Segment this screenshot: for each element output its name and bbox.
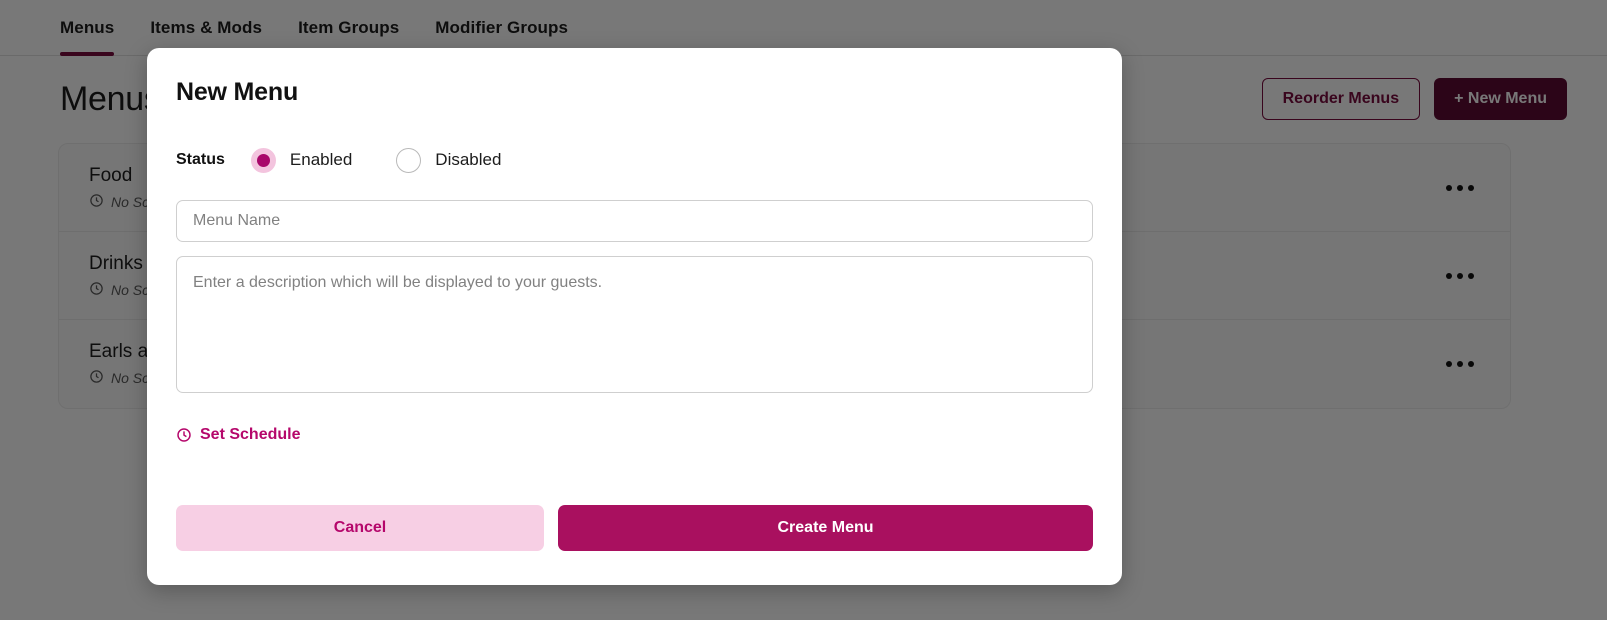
set-schedule-label: Set Schedule: [200, 426, 301, 443]
radio-enabled-indicator[interactable]: [250, 147, 276, 173]
menu-name-input[interactable]: [176, 200, 1093, 242]
create-menu-button[interactable]: Create Menu: [558, 505, 1093, 551]
status-field: Status Enabled Disabled: [176, 147, 1093, 173]
radio-enabled-label: Enabled: [289, 150, 353, 169]
radio-enabled[interactable]: Enabled: [250, 147, 353, 173]
app-root: Menus Items & Mods Item Groups Modifier …: [0, 0, 1607, 620]
cancel-button[interactable]: Cancel: [176, 505, 544, 551]
radio-disabled[interactable]: Disabled: [396, 147, 502, 173]
set-schedule-link[interactable]: Set Schedule: [176, 426, 300, 444]
radio-disabled-label: Disabled: [435, 150, 502, 169]
dialog-actions: Cancel Create Menu: [176, 505, 1093, 551]
status-label: Status: [176, 151, 225, 168]
menu-description-input[interactable]: [176, 256, 1093, 393]
radio-disabled-indicator[interactable]: [396, 147, 422, 173]
dialog-title: New Menu: [176, 78, 299, 106]
new-menu-dialog: New Menu Status Enabled Disabled Set Sch…: [147, 48, 1122, 585]
clock-icon: [176, 427, 192, 443]
